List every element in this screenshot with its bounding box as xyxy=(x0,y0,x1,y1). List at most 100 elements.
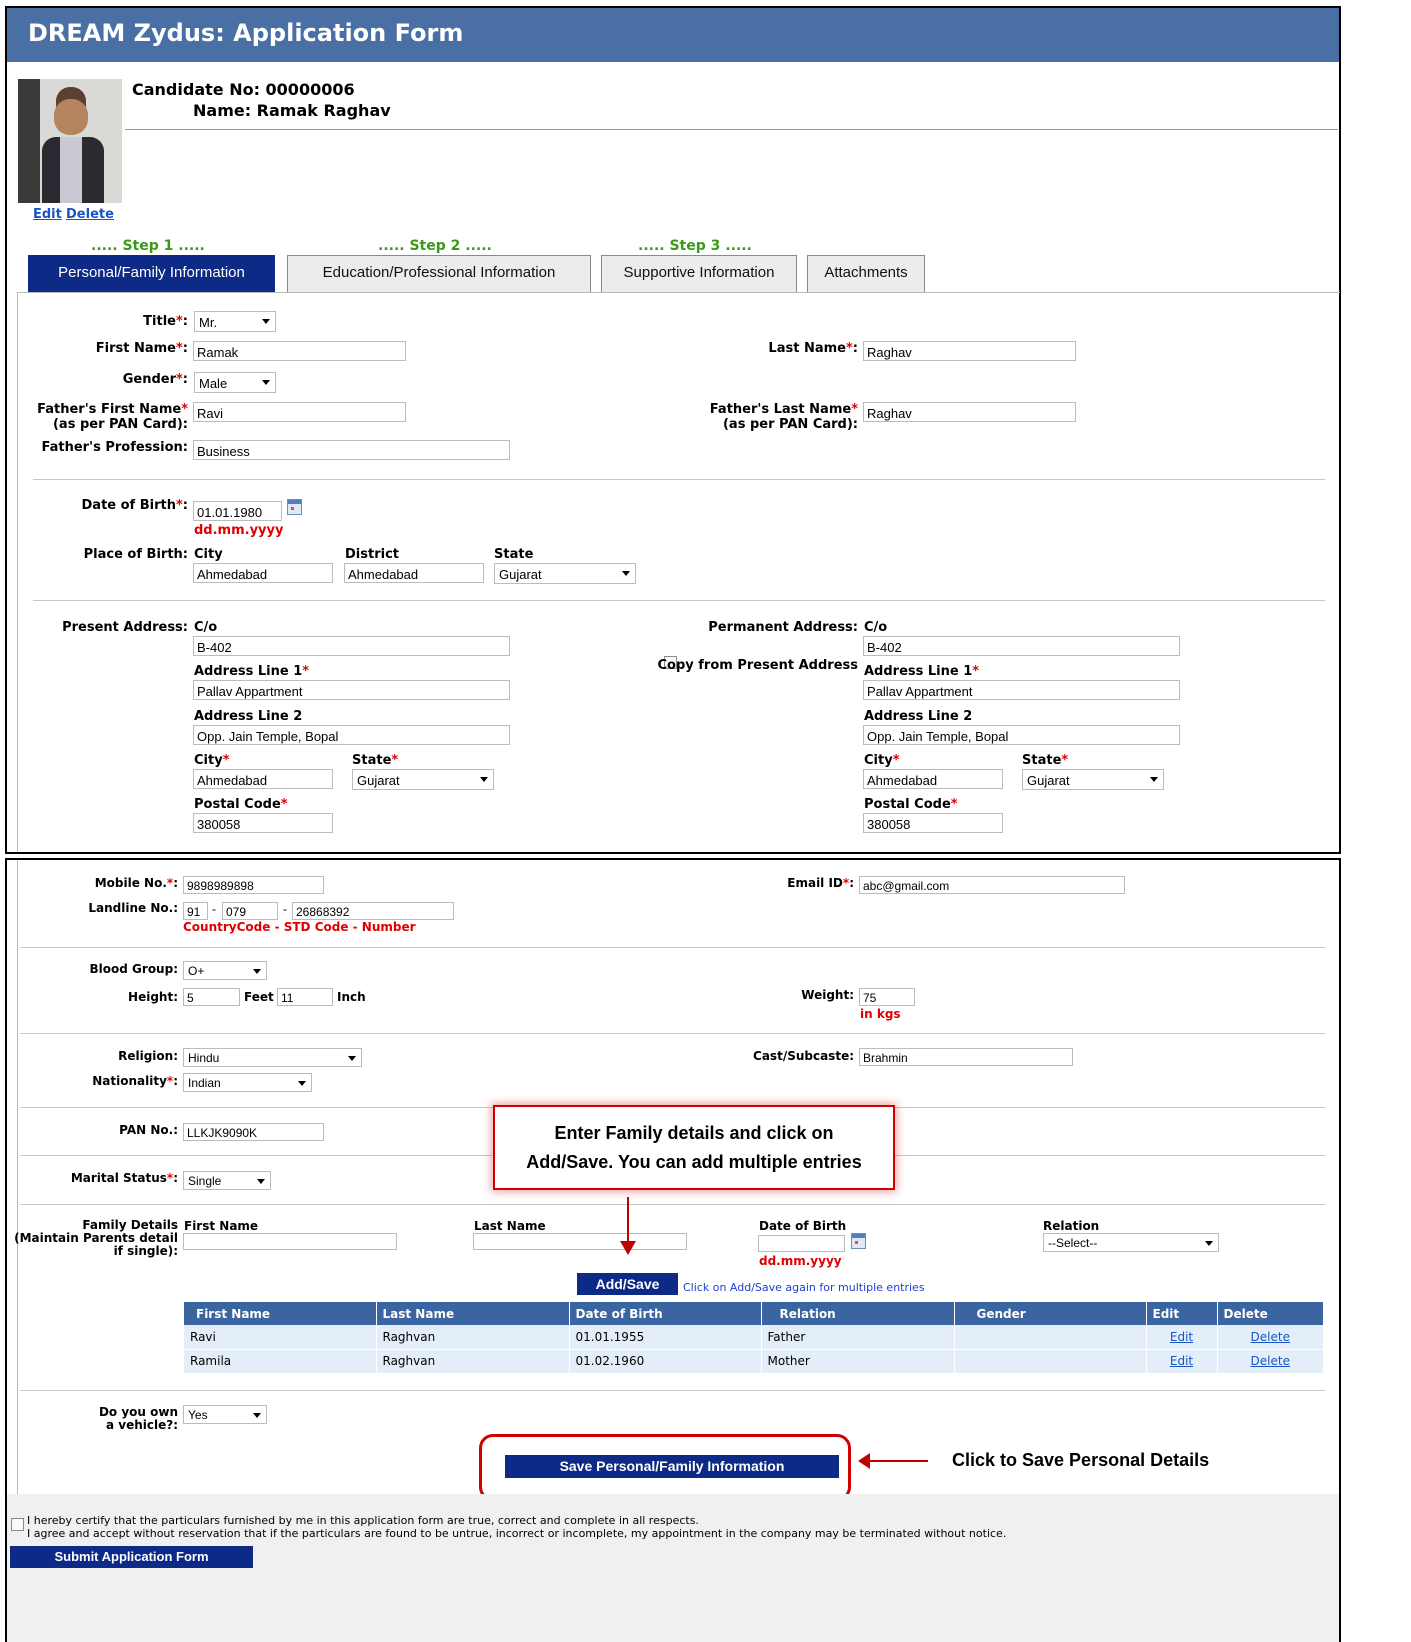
tab-personal[interactable]: Personal/Family Information xyxy=(28,255,275,293)
father-first-input[interactable]: Ravi xyxy=(193,402,406,422)
calendar-icon[interactable] xyxy=(287,499,302,515)
permanent-line1-label: Address Line 1* xyxy=(864,664,980,679)
present-state-label: State* xyxy=(352,753,399,768)
present-co-input[interactable]: B-402 xyxy=(193,636,510,656)
permanent-co-input[interactable]: B-402 xyxy=(863,636,1180,656)
title-select[interactable]: Mr. xyxy=(194,311,276,332)
present-city-input[interactable]: Ahmedabad xyxy=(193,769,333,789)
vehicle-label: Do you own a vehicle?: xyxy=(98,1405,178,1432)
chevron-down-icon xyxy=(257,1179,265,1184)
feet-label: Feet xyxy=(244,990,274,1004)
marital-select[interactable]: Single xyxy=(183,1171,271,1190)
email-input[interactable]: abc@gmail.com xyxy=(859,876,1125,894)
present-line2-input[interactable]: Opp. Jain Temple, Bopal xyxy=(193,725,510,745)
family-first-input[interactable] xyxy=(183,1233,397,1250)
chevron-down-icon xyxy=(253,1413,261,1418)
family-last-input[interactable] xyxy=(473,1233,687,1250)
present-co-label: C/o xyxy=(194,620,218,635)
present-postal-label: Postal Code* xyxy=(194,797,288,812)
row-edit-link[interactable]: Edit xyxy=(1170,1330,1193,1344)
family-last-label: Last Name xyxy=(474,1219,546,1233)
cell-last-name: Raghvan xyxy=(376,1349,570,1374)
vehicle-select[interactable]: Yes xyxy=(183,1405,267,1424)
cast-input[interactable]: Brahmin xyxy=(859,1048,1073,1066)
pan-input[interactable]: LLKJK9090K xyxy=(183,1123,324,1141)
photo-edit-link[interactable]: Edit xyxy=(33,207,62,222)
divider xyxy=(20,1204,1325,1205)
chevron-down-icon xyxy=(622,571,630,576)
landline-separator: - xyxy=(283,902,287,916)
row-delete-link[interactable]: Delete xyxy=(1251,1330,1290,1344)
nationality-label: Nationality*: xyxy=(92,1074,178,1088)
last-name-input[interactable]: Raghav xyxy=(863,341,1076,361)
family-dob-hint: dd.mm.yyyy xyxy=(759,1254,842,1268)
calendar-icon[interactable] xyxy=(851,1233,866,1249)
col-relation: Relation xyxy=(761,1302,955,1325)
permanent-state-select[interactable]: Gujarat xyxy=(1022,769,1164,790)
photo-delete-link[interactable]: Delete xyxy=(66,207,114,222)
family-table: First Name Last Name Date of Birth Relat… xyxy=(184,1302,1323,1374)
divider xyxy=(20,947,1325,948)
first-name-input[interactable]: Ramak xyxy=(193,341,406,361)
dob-format-hint: dd.mm.yyyy xyxy=(194,523,284,538)
cell-dob: 01.01.1955 xyxy=(569,1325,762,1350)
save-personal-button[interactable]: Save Personal/Family Information xyxy=(505,1455,839,1478)
divider xyxy=(20,1390,1325,1391)
gender-select[interactable]: Male xyxy=(194,372,276,393)
present-postal-input[interactable]: 380058 xyxy=(193,813,333,833)
tab-attachments[interactable]: Attachments xyxy=(807,255,925,293)
religion-select[interactable]: Hindu xyxy=(183,1048,362,1067)
mobile-label: Mobile No.*: xyxy=(94,876,178,890)
tab-supportive[interactable]: Supportive Information xyxy=(601,255,797,293)
arrow-down-head xyxy=(620,1241,636,1255)
add-save-button[interactable]: Add/Save xyxy=(577,1273,678,1295)
present-state-select[interactable]: Gujarat xyxy=(352,769,494,790)
permanent-line1-input[interactable]: Pallav Appartment xyxy=(863,680,1180,700)
landline-std-input[interactable]: 079 xyxy=(222,902,278,920)
save-callout-text: Click to Save Personal Details xyxy=(952,1450,1210,1470)
divider xyxy=(33,600,1325,601)
row-edit-link[interactable]: Edit xyxy=(1170,1354,1193,1368)
pob-district-label: District xyxy=(345,547,399,562)
pob-state-select[interactable]: Gujarat xyxy=(494,563,636,584)
step-3-label: ..... Step 3 ..... xyxy=(638,238,752,254)
table-row: Ravi Raghvan 01.01.1955 Father Edit Dele… xyxy=(184,1325,1323,1350)
submit-application-button[interactable]: Submit Application Form xyxy=(10,1546,253,1568)
landline-country-input[interactable]: 91 xyxy=(183,902,208,920)
father-last-label: Father's Last Name* (as per PAN Card): xyxy=(709,402,858,432)
dob-input[interactable]: 01.01.1980 xyxy=(193,501,282,521)
cell-last-name: Raghvan xyxy=(376,1325,570,1350)
tab-education[interactable]: Education/Professional Information xyxy=(287,255,591,293)
weight-label: Weight: xyxy=(801,988,854,1002)
father-last-input[interactable]: Raghav xyxy=(863,402,1076,422)
height-inch-input[interactable]: 11 xyxy=(277,988,333,1006)
permanent-line2-input[interactable]: Opp. Jain Temple, Bopal xyxy=(863,725,1180,745)
row-delete-link[interactable]: Delete xyxy=(1251,1354,1290,1368)
copy-address-label: Copy from Present Address xyxy=(657,658,858,673)
certify-checkbox[interactable] xyxy=(11,1518,24,1531)
weight-input[interactable]: 75 xyxy=(859,988,915,1006)
permanent-postal-input[interactable]: 380058 xyxy=(863,813,1003,833)
present-line1-input[interactable]: Pallav Appartment xyxy=(193,680,510,700)
col-gender: Gender xyxy=(954,1302,1147,1325)
candidate-name: Name: Ramak Raghav xyxy=(193,101,391,120)
email-label: Email ID*: xyxy=(787,876,854,890)
permanent-city-input[interactable]: Ahmedabad xyxy=(863,769,1003,789)
height-feet-input[interactable]: 5 xyxy=(183,988,240,1006)
first-name-label: First Name*: xyxy=(95,341,188,356)
candidate-no: Candidate No: 00000006 xyxy=(132,80,355,99)
blood-group-label: Blood Group: xyxy=(89,962,178,976)
cell-first-name: Ramila xyxy=(184,1349,377,1374)
family-relation-select[interactable]: --Select-- xyxy=(1043,1233,1219,1252)
pob-district-input[interactable]: Ahmedabad xyxy=(344,563,484,583)
mobile-input[interactable]: 9898989898 xyxy=(183,876,324,894)
family-dob-input[interactable] xyxy=(758,1235,845,1252)
page-title: DREAM Zydus: Application Form xyxy=(28,19,464,47)
landline-number-input[interactable]: 26868392 xyxy=(292,902,454,920)
nationality-select[interactable]: Indian xyxy=(183,1073,312,1092)
blood-group-select[interactable]: O+ xyxy=(183,961,267,980)
pob-city-input[interactable]: Ahmedabad xyxy=(193,563,333,583)
col-delete: Delete xyxy=(1217,1302,1323,1325)
father-profession-input[interactable]: Business xyxy=(193,440,510,460)
add-save-hint: Click on Add/Save again for multiple ent… xyxy=(683,1281,925,1294)
